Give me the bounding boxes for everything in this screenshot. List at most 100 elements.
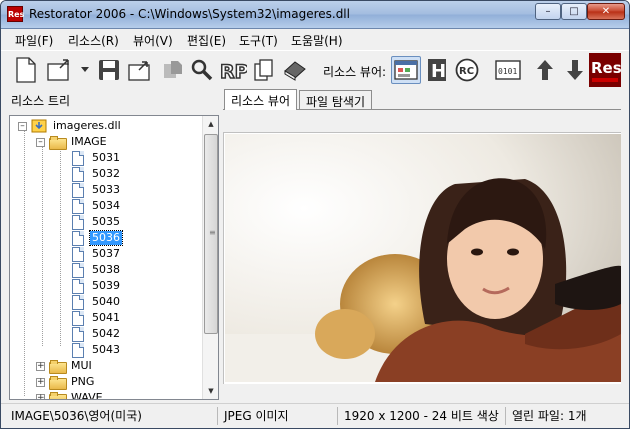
- tree-item-5037[interactable]: 5037: [72, 246, 122, 262]
- hex-h-icon[interactable]: H: [425, 56, 449, 84]
- tree-root-label: imageres.dll: [53, 119, 121, 132]
- tree-folder-image[interactable]: – IMAGE: [36, 134, 109, 150]
- folder-icon: [49, 360, 67, 374]
- tree-item-label: 5038: [92, 263, 120, 276]
- tree-item-5034[interactable]: 5034: [72, 198, 122, 214]
- svg-text:RC: RC: [459, 66, 474, 77]
- tree-root[interactable]: – imageres.dll: [18, 118, 123, 134]
- view-image-icon[interactable]: [391, 56, 421, 84]
- menu-bar: 파일(F) 리소스(R) 뷰어(V) 편집(E) 도구(T) 도움말(H): [1, 29, 629, 49]
- tree-item-label: 5042: [92, 327, 120, 340]
- svg-text:Res: Res: [591, 59, 621, 77]
- expand-icon[interactable]: +: [36, 361, 45, 371]
- tree-item-label: 5036: [89, 230, 123, 246]
- tree-item-5035[interactable]: 5035: [72, 214, 122, 230]
- dropdown-arrow-icon[interactable]: [78, 56, 92, 84]
- resource-file-icon: [72, 342, 84, 358]
- tree-panel-caption: 리소스 트리: [11, 94, 71, 108]
- tree-item-5041[interactable]: 5041: [72, 310, 122, 326]
- find-icon[interactable]: [189, 56, 215, 84]
- maximize-button[interactable]: □: [561, 3, 587, 20]
- tree-guide-items: [60, 146, 61, 346]
- tree-folder-label: WAVE: [71, 391, 103, 400]
- tree-item-5036-selected[interactable]: 5036: [72, 230, 123, 246]
- resource-file-icon: [72, 294, 84, 310]
- window-title: Restorator 2006 - C:\Windows\System32\im…: [29, 7, 350, 21]
- binary-icon[interactable]: 0101: [493, 56, 523, 84]
- title-bar[interactable]: Res Restorator 2006 - C:\Windows\System3…: [1, 1, 629, 29]
- tree-item-label: 5037: [92, 247, 120, 260]
- resource-file-icon: [72, 150, 84, 166]
- tree-item-label: 5031: [92, 151, 120, 164]
- tree-folder-png[interactable]: + PNG: [36, 374, 96, 390]
- scroll-thumb[interactable]: ≡: [204, 134, 218, 334]
- svg-text:H: H: [431, 61, 446, 82]
- status-open-files: 열린 파일: 1개: [505, 407, 625, 425]
- tab-file-explorer[interactable]: 파일 탐색기: [299, 90, 373, 110]
- collapse-icon[interactable]: –: [36, 137, 45, 147]
- resource-file-icon: [72, 198, 84, 214]
- tree-folder-mui[interactable]: + MUI: [36, 358, 94, 374]
- tree-item-5042[interactable]: 5042: [72, 326, 122, 342]
- tree-guide-image: [42, 146, 43, 346]
- save-icon[interactable]: [95, 56, 123, 84]
- tree-item-5043[interactable]: 5043: [72, 342, 122, 358]
- res-logo-icon[interactable]: Res: [589, 53, 621, 87]
- rp-icon[interactable]: RP: [218, 56, 248, 84]
- menu-help[interactable]: 도움말(H): [291, 32, 343, 49]
- arrow-up-icon[interactable]: [533, 56, 557, 84]
- tree-item-5032[interactable]: 5032: [72, 166, 122, 182]
- menu-file[interactable]: 파일(F): [15, 32, 53, 49]
- tree-item-5033[interactable]: 5033: [72, 182, 122, 198]
- expand-icon[interactable]: +: [36, 377, 45, 387]
- tree-item-5039[interactable]: 5039: [72, 278, 122, 294]
- scroll-down-icon[interactable]: ▼: [203, 383, 218, 399]
- menu-viewer[interactable]: 뷰어(V): [133, 32, 173, 49]
- extract-icon[interactable]: [159, 56, 187, 84]
- svg-text:0101: 0101: [498, 67, 517, 76]
- folder-icon: [49, 392, 67, 399]
- menu-resource[interactable]: 리소스(R): [68, 32, 119, 49]
- book-icon[interactable]: [281, 56, 309, 84]
- resource-tree[interactable]: – imageres.dll – IMAGE 5031 5032 5033 50…: [9, 115, 219, 400]
- menu-tools[interactable]: 도구(T): [239, 32, 278, 49]
- open-folder-icon[interactable]: [126, 56, 156, 84]
- resource-file-icon: [72, 246, 84, 262]
- tree-folder-wave[interactable]: + WAVE: [36, 390, 105, 400]
- tree-item-5031[interactable]: 5031: [72, 150, 122, 166]
- tree-item-label: 5041: [92, 311, 120, 324]
- tree-item-5038[interactable]: 5038: [72, 262, 122, 278]
- tree-guide-root: [24, 130, 25, 396]
- expand-icon[interactable]: +: [36, 393, 45, 399]
- app-logo-icon[interactable]: Res: [7, 6, 24, 22]
- resource-file-icon: [72, 166, 84, 182]
- resource-file-icon: [72, 326, 84, 342]
- tree-item-label: 5040: [92, 295, 120, 308]
- copy-pages-icon[interactable]: [251, 56, 277, 84]
- resource-viewer-label: 리소스 뷰어:: [323, 65, 387, 79]
- minimize-button[interactable]: –: [535, 3, 561, 20]
- resource-file-icon: [72, 262, 84, 278]
- scroll-up-icon[interactable]: ▲: [203, 116, 218, 132]
- tree-item-label: 5039: [92, 279, 120, 292]
- folder-open-icon: [49, 136, 67, 150]
- tree-folder-label: IMAGE: [71, 135, 107, 148]
- menu-edit[interactable]: 편집(E): [187, 32, 226, 49]
- resource-file-icon: [72, 278, 84, 294]
- tree-item-5040[interactable]: 5040: [72, 294, 122, 310]
- close-button[interactable]: ✕: [587, 3, 625, 20]
- arrow-down-icon[interactable]: [563, 56, 587, 84]
- tree-item-label: 5035: [92, 215, 120, 228]
- collapse-icon[interactable]: –: [18, 121, 27, 131]
- open-file-icon[interactable]: [45, 56, 75, 84]
- tree-item-label: 5033: [92, 183, 120, 196]
- tree-item-label: 5032: [92, 167, 120, 180]
- rc-icon[interactable]: RC: [453, 56, 481, 84]
- tree-scrollbar[interactable]: ▲ ≡ ▼: [202, 116, 218, 399]
- viewer-header-strip: [223, 116, 621, 133]
- grip-icon: ≡: [209, 228, 216, 237]
- tree-item-label: 5034: [92, 199, 120, 212]
- new-file-icon[interactable]: [13, 56, 39, 84]
- folder-icon: [49, 376, 67, 390]
- tab-resource-viewer[interactable]: 리소스 뷰어: [224, 89, 298, 110]
